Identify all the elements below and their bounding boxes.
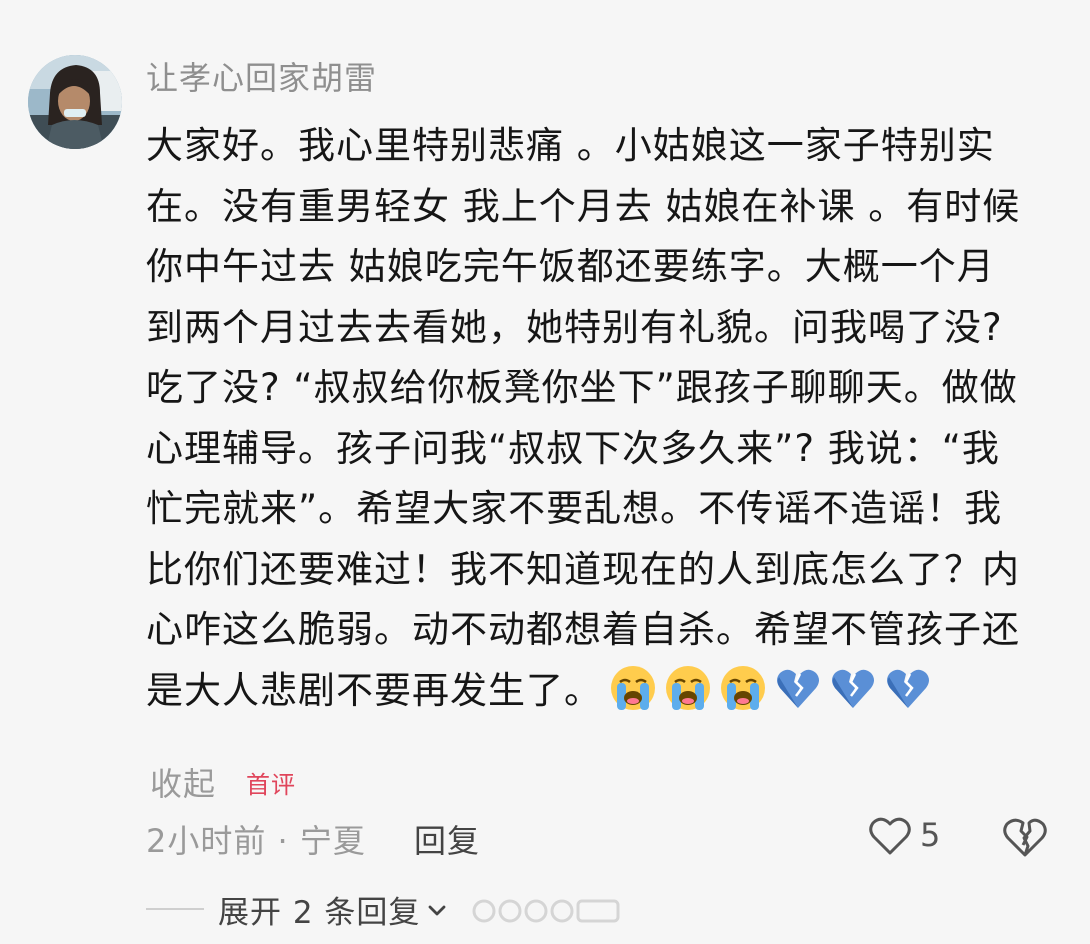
comment-card: 让孝心回家胡雷 大家好。我心里特别悲痛 。小姑娘这一家子特别实 在。没有重男轻女… (0, 0, 1090, 944)
watermark-logo (472, 899, 620, 923)
comment-body: 大家好。我心里特别悲痛 。小姑娘这一家子特别实 在。没有重男轻女 我上个月去 姑… (146, 116, 1066, 721)
timestamp-location: 2小时前 · 宁夏 (146, 822, 366, 860)
reply-button[interactable]: 回复 (414, 816, 480, 862)
like-count: 5 (920, 816, 941, 854)
loudly-crying-face-icon (721, 666, 765, 710)
comment-line-text: 是大人悲剧不要再发生了。 (146, 668, 602, 712)
first-comment-badge: 首评 (246, 770, 297, 799)
broken-heart-icon (777, 669, 819, 708)
username[interactable]: 让孝心回家胡雷 (146, 56, 377, 100)
comment-line: 心理辅导。孩子问我“叔叔下次多久来”? 我说：“我 (146, 426, 1000, 470)
collapse-button[interactable]: 收起 (150, 759, 216, 805)
comment-line: 大家好。我心里特别悲痛 。小姑娘这一家子特别实 (146, 124, 995, 167)
loudly-crying-face-icon (611, 666, 655, 710)
loudly-crying-face-icon (666, 666, 710, 710)
broken-heart-icon (887, 669, 929, 708)
expand-replies-button[interactable]: 展开 2 条回复 (218, 887, 420, 932)
comment-line: 心咋这么脆弱。动不动都想着自杀。希望不管孩子还 (146, 608, 1020, 651)
chevron-down-icon (429, 905, 446, 916)
broken-heart-icon (832, 669, 874, 708)
avatar[interactable] (28, 55, 122, 149)
heart-icon[interactable] (866, 812, 914, 860)
comment-last-line: 是大人悲剧不要再发生了。 (146, 661, 1066, 722)
expand-replies-row[interactable]: 展开 2 条回复 (146, 884, 450, 934)
avatar-image (28, 55, 122, 149)
divider (146, 908, 204, 910)
comment-line: 到两个月过去去看她，她特别有礼貌。问我喝了没? (146, 305, 1003, 349)
comment-line: 比你们还要难过！我不知道现在的人到底怎么了？内 (146, 547, 1020, 591)
comment-line: 吃了没? “叔叔给你板凳你坐下”跟孩子聊聊天。做做 (146, 366, 1018, 409)
comment-line: 你中午过去 姑娘吃完午饭都还要练字。大概一个月 (146, 245, 995, 288)
comment-line: 在。没有重男轻女 我上个月去 姑娘在补课 。有时候 (146, 184, 1021, 228)
comment-actions-top: 收起 首评 (150, 760, 296, 804)
broken-heart-icon[interactable] (1000, 812, 1050, 862)
comment-meta: 2小时前 · 宁夏 回复 5 (146, 812, 1056, 862)
comment-line: 忙完就来”。希望大家不要乱想。不传谣不造谣！我 (146, 487, 1003, 530)
